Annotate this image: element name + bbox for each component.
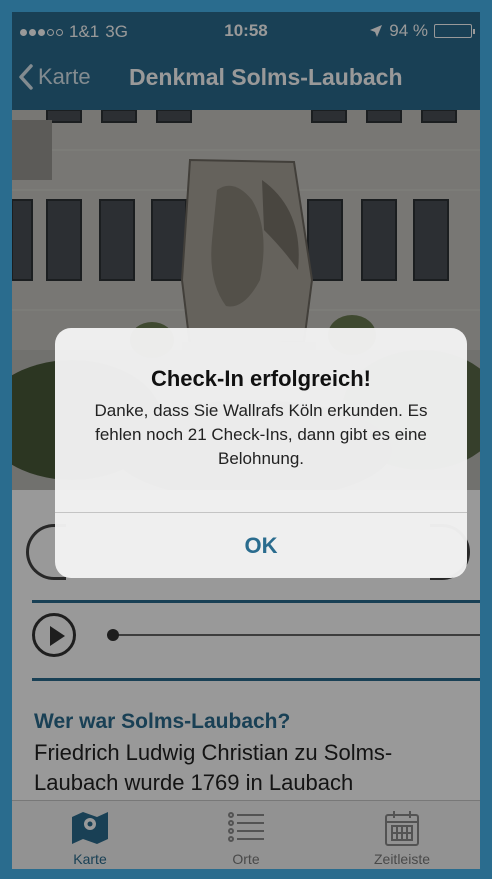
screen: 1&1 3G 10:58 94 % Karte Denkmal Solms-La…	[12, 12, 480, 869]
ok-button[interactable]: OK	[55, 513, 467, 578]
alert-title: Check-In erfolgreich!	[150, 366, 372, 391]
phone-frame: 1&1 3G 10:58 94 % Karte Denkmal Solms-La…	[0, 0, 492, 879]
check-in-alert: Check-In erfolgreich! Danke, dass Sie Wa…	[55, 328, 467, 578]
alert-message: Danke, dass Sie Wallrafs Köln erkunden. …	[94, 401, 428, 468]
